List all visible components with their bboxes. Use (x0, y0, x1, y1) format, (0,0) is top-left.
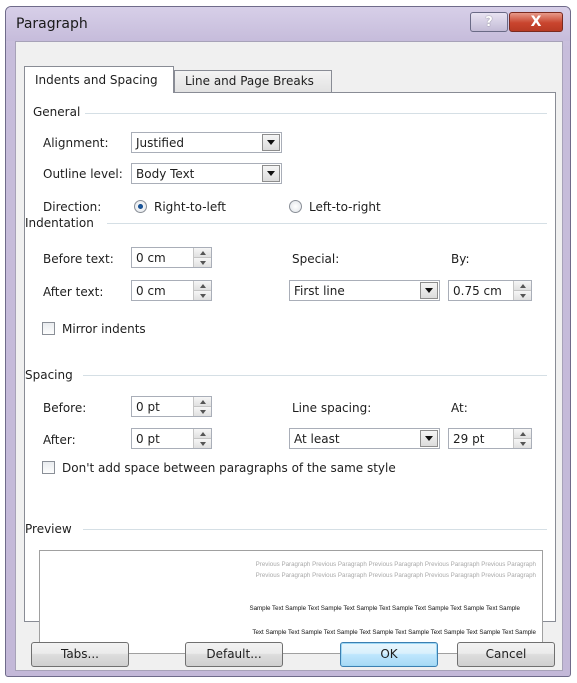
direction-ltr-label[interactable]: Left-to-right (309, 200, 381, 214)
decrement-icon[interactable] (514, 439, 531, 448)
indentation-section-label: Indentation (25, 216, 94, 230)
no-space-same-style-checkbox[interactable] (42, 461, 55, 474)
outline-level-value: Body Text (136, 167, 195, 181)
ok-button[interactable]: OK (340, 642, 438, 667)
help-button[interactable]: ? (470, 12, 508, 32)
close-button[interactable]: X (509, 12, 563, 32)
by-value: 0.75 cm (453, 284, 502, 298)
decrement-icon[interactable] (194, 258, 211, 267)
increment-icon[interactable] (194, 248, 211, 258)
tab-label: Indents and Spacing (35, 73, 158, 87)
spacing-before-label: Before: (43, 401, 87, 415)
special-label: Special: (292, 252, 340, 266)
preview-sample-line: Text Sample Text Sample Text Sample Text… (252, 629, 536, 636)
dialog-body: Indents and Spacing Line and Page Breaks… (15, 41, 563, 671)
preview-previous-line: Previous Paragraph Previous Paragraph Pr… (255, 561, 536, 568)
at-label: At: (451, 401, 468, 415)
chevron-down-icon[interactable] (262, 134, 280, 151)
general-section-label: General (33, 105, 81, 119)
title-bar: Paragraph ? X (6, 7, 570, 41)
alignment-value: Justified (136, 136, 184, 150)
outline-level-label: Outline level: (43, 167, 123, 181)
by-stepper[interactable]: 0.75 cm (448, 280, 532, 301)
dialog-title: Paragraph (16, 16, 88, 32)
increment-icon[interactable] (514, 429, 531, 439)
before-text-label: Before text: (43, 252, 114, 266)
line-spacing-dropdown[interactable]: At least (289, 428, 440, 449)
cancel-button[interactable]: Cancel (457, 642, 555, 667)
decrement-icon[interactable] (194, 439, 211, 448)
at-value: 29 pt (453, 432, 485, 446)
increment-icon[interactable] (194, 429, 211, 439)
before-text-value: 0 cm (136, 251, 166, 265)
decrement-icon[interactable] (194, 407, 211, 416)
mirror-indents-label[interactable]: Mirror indents (62, 322, 146, 336)
paragraph-preview: Previous Paragraph Previous Paragraph Pr… (39, 550, 543, 654)
no-space-same-style-label[interactable]: Don't add space between paragraphs of th… (62, 461, 396, 475)
spacing-after-value: 0 pt (136, 432, 160, 446)
chevron-down-icon[interactable] (420, 282, 438, 299)
preview-sample-line: Sample Text Sample Text Sample Text Samp… (249, 605, 520, 612)
chevron-down-icon[interactable] (420, 430, 438, 447)
direction-rtl-label[interactable]: Right-to-left (154, 200, 226, 214)
alignment-label: Alignment: (43, 136, 109, 150)
help-icon: ? (485, 14, 493, 30)
section-divider (107, 223, 547, 224)
section-divider (83, 375, 547, 376)
preview-previous-line: Previous Paragraph Previous Paragraph Pr… (255, 572, 536, 579)
spacing-before-value: 0 pt (136, 400, 160, 414)
special-value: First line (294, 284, 345, 298)
line-spacing-label: Line spacing: (292, 401, 372, 415)
before-text-stepper[interactable]: 0 cm (131, 247, 212, 268)
after-text-label: After text: (43, 285, 104, 299)
direction-label: Direction: (43, 200, 102, 214)
tab-indents-and-spacing[interactable]: Indents and Spacing (24, 66, 174, 93)
section-divider (83, 529, 547, 530)
decrement-icon[interactable] (514, 291, 531, 300)
spacing-before-stepper[interactable]: 0 pt (131, 396, 212, 417)
mirror-indents-checkbox[interactable] (42, 322, 55, 335)
line-spacing-value: At least (294, 432, 340, 446)
spacing-after-label: After: (43, 433, 76, 447)
outline-level-dropdown[interactable]: Body Text (131, 163, 282, 184)
indents-spacing-panel: General Alignment: Justified Outline lev… (24, 92, 556, 654)
decrement-icon[interactable] (194, 291, 211, 300)
spacing-section-label: Spacing (25, 368, 73, 382)
tabs-button[interactable]: Tabs... (31, 642, 129, 667)
preview-section-label: Preview (25, 522, 72, 536)
direction-ltr-radio[interactable] (289, 200, 302, 213)
direction-rtl-radio[interactable] (134, 200, 147, 213)
special-dropdown[interactable]: First line (289, 280, 440, 301)
tab-line-and-page-breaks[interactable]: Line and Page Breaks (174, 70, 332, 92)
section-divider (85, 113, 547, 114)
close-icon: X (530, 14, 542, 30)
increment-icon[interactable] (514, 281, 531, 291)
at-stepper[interactable]: 29 pt (448, 428, 532, 449)
paragraph-dialog: Paragraph ? X Indents and Spacing Line a… (5, 6, 571, 677)
spacing-after-stepper[interactable]: 0 pt (131, 428, 212, 449)
by-label: By: (451, 252, 470, 266)
chevron-down-icon[interactable] (262, 165, 280, 182)
default-button[interactable]: Default... (185, 642, 283, 667)
tab-label: Line and Page Breaks (185, 74, 314, 88)
after-text-value: 0 cm (136, 284, 166, 298)
increment-icon[interactable] (194, 281, 211, 291)
increment-icon[interactable] (194, 397, 211, 407)
after-text-stepper[interactable]: 0 cm (131, 280, 212, 301)
alignment-dropdown[interactable]: Justified (131, 132, 282, 153)
